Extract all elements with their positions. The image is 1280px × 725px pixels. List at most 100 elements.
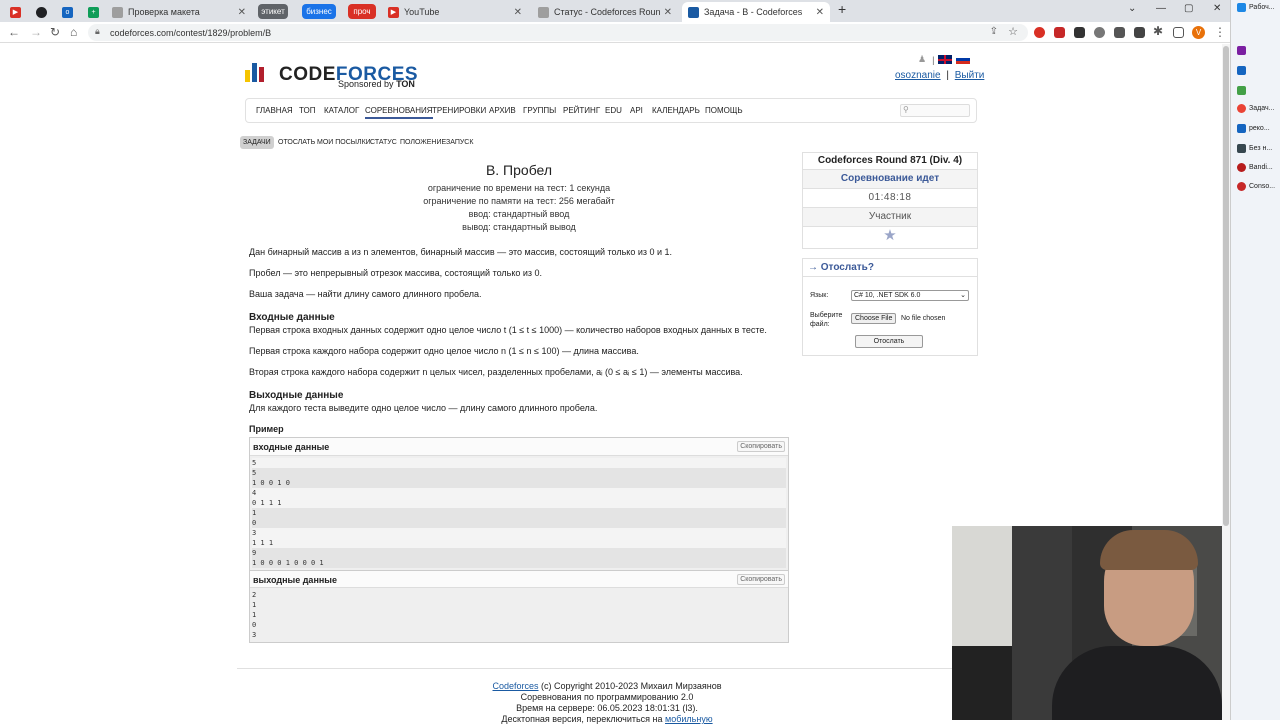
input-spec-paragraph: Первая строка входных данных содержит од… (249, 325, 767, 335)
subnav-standings[interactable]: Положение (397, 136, 449, 149)
taskbar-item-onenote[interactable] (1237, 46, 1249, 55)
home-icon[interactable]: ⌂ (70, 25, 77, 39)
forward-icon[interactable]: → (30, 25, 42, 39)
menu-rating[interactable]: Рейтинг (563, 106, 600, 115)
star-icon[interactable]: ★ (803, 226, 977, 248)
taskbar-item-bandicam[interactable]: Bandi... (1237, 163, 1273, 172)
url-input[interactable]: 🔒︎ codeforces.com/contest/1829/problem/B… (88, 24, 1028, 41)
menu-gym[interactable]: Тренировки (432, 106, 486, 115)
copy-output-button[interactable]: Скопировать (737, 574, 785, 585)
subnav-my-submissions[interactable]: Мои посылки (314, 136, 374, 149)
maximize-button[interactable]: ▢ (1184, 3, 1193, 14)
russian-flag-icon[interactable] (956, 55, 971, 64)
close-icon[interactable]: ✕ (816, 7, 824, 18)
menu-catalog[interactable]: Каталог (324, 106, 359, 115)
menu-contests[interactable]: Соревнования (365, 106, 433, 119)
tab-group-biznes[interactable]: бизнес (302, 4, 336, 19)
tab-pinned-2[interactable] (30, 2, 54, 22)
tab-group-etiket[interactable]: этикет (258, 4, 288, 19)
extension-icon[interactable] (1074, 27, 1085, 38)
menu-dots-icon[interactable]: ⋮ (1214, 25, 1226, 39)
tab-group-proch[interactable]: проч (348, 4, 376, 19)
search-input[interactable]: ⚲ (900, 104, 970, 117)
example-input-line: 4 (252, 488, 786, 498)
taskbar-item-app[interactable] (1237, 66, 1249, 75)
close-window-button[interactable]: ✕ (1213, 3, 1221, 14)
contest-name[interactable]: Codeforces Round 871 (Div. 4) (803, 153, 977, 169)
menu-top[interactable]: Топ (299, 106, 316, 115)
user-icon[interactable]: ♟ (918, 54, 926, 65)
example-input[interactable]: 551 0 0 1 040 1 1 11031 1 191 0 0 0 1 0 … (250, 456, 788, 570)
close-icon[interactable]: ✕ (514, 7, 522, 18)
share-icon[interactable]: ⇪ (990, 26, 998, 37)
taskbar-item-word[interactable]: реко... (1237, 124, 1270, 133)
logo-bar-blue (252, 63, 257, 82)
scrollbar-thumb[interactable] (1223, 46, 1229, 526)
taskbar-item-console[interactable]: Conso... (1237, 182, 1275, 191)
menu-groups[interactable]: Группы (523, 106, 556, 115)
profile-link[interactable]: osoznanie (895, 70, 941, 81)
choose-file-button[interactable]: Choose File (851, 313, 897, 324)
puzzle-icon[interactable]: ✱ (1153, 24, 1163, 38)
chevron-down-icon[interactable]: ⌄ (1128, 3, 1136, 14)
tab-status[interactable]: Статус - Codeforces Round 871✕ (532, 2, 678, 22)
notepad-icon (1237, 144, 1246, 153)
opera-icon[interactable] (1034, 27, 1045, 38)
example-output-header: выходные данные Скопировать (250, 570, 788, 588)
menu-edu[interactable]: Edu (605, 106, 622, 115)
extension-icon[interactable] (1114, 27, 1125, 38)
footer-codeforces-link[interactable]: Codeforces (493, 681, 539, 691)
reload-icon[interactable]: ↻ (50, 25, 60, 39)
statement-paragraph: Пробел — это непрерывный отрезок массива… (249, 268, 543, 278)
codeforces-icon (688, 6, 699, 18)
subnav-submit[interactable]: Отослать (275, 136, 318, 149)
output-file: вывод: стандартный вывод (462, 222, 576, 232)
menu-api[interactable]: API (630, 106, 643, 115)
profile-avatar[interactable]: V (1192, 26, 1205, 39)
youtube-icon: ▶ (388, 6, 399, 18)
submit-button[interactable]: Отослать (855, 335, 923, 348)
example-input-line: 1 (252, 508, 786, 518)
back-icon[interactable]: ← (8, 25, 20, 39)
language-label: Язык: (810, 292, 829, 299)
example-output-line: 1 (252, 601, 257, 609)
close-icon[interactable]: ✕ (238, 7, 246, 18)
mobile-version-link[interactable]: мобильную (665, 714, 713, 724)
taskbar-item-desktop[interactable]: Рабоч... (1237, 3, 1275, 12)
menu-home[interactable]: Главная (256, 106, 293, 115)
tab-problem-active[interactable]: Задача - B - Codeforces ✕ (682, 2, 830, 22)
extension-icon[interactable] (1134, 27, 1145, 38)
english-flag-icon[interactable] (938, 55, 953, 64)
page-scrollbar[interactable] (1222, 44, 1230, 720)
sidebar-icon[interactable] (1173, 27, 1184, 38)
extension-icon[interactable] (1054, 27, 1065, 38)
language-select[interactable]: C# 10, .NET SDK 6.0 ⌄ (851, 290, 969, 301)
menu-help[interactable]: Помощь (705, 106, 743, 115)
tab-layout-check[interactable]: Проверка макета ✕ (106, 2, 252, 22)
input-spec-title: Входные данные (249, 312, 335, 323)
tab-pinned-3[interactable]: o (56, 2, 80, 22)
example-box: входные данные Скопировать 551 0 0 1 040… (249, 437, 789, 643)
example-input-line: 1 1 1 (252, 538, 786, 548)
participant-role: Участник (803, 207, 977, 226)
subnav-problems[interactable]: Задачи (240, 136, 274, 149)
menu-archive[interactable]: Архив (489, 106, 516, 115)
new-tab-button[interactable]: + (838, 1, 846, 17)
extension-icon[interactable] (1094, 27, 1105, 38)
close-icon[interactable]: ✕ (664, 7, 672, 18)
tab-pinned-1[interactable]: ▶ (4, 2, 28, 22)
subnav-status[interactable]: Статус (367, 136, 400, 149)
tab-pinned-4[interactable]: + (82, 2, 106, 22)
statement-paragraph: Ваша задача — найти длину самого длинног… (249, 289, 482, 299)
tab-youtube[interactable]: ▶ YouTube ✕ (382, 2, 528, 22)
copy-input-button[interactable]: Скопировать (737, 441, 785, 452)
star-icon[interactable]: ☆ (1008, 25, 1018, 38)
taskbar-item-app2[interactable] (1237, 86, 1249, 95)
taskbar-item-chrome[interactable]: Задач... (1237, 104, 1274, 113)
minimize-button[interactable]: — (1156, 3, 1166, 14)
example-output[interactable]: 2 1 1 0 3 (250, 588, 788, 642)
taskbar-item-notepad[interactable]: Без н... (1237, 144, 1272, 153)
subnav-custom-invocation[interactable]: Запуск (443, 136, 476, 149)
menu-calendar[interactable]: Календарь (652, 106, 700, 115)
logout-link[interactable]: Выйти (955, 70, 985, 81)
